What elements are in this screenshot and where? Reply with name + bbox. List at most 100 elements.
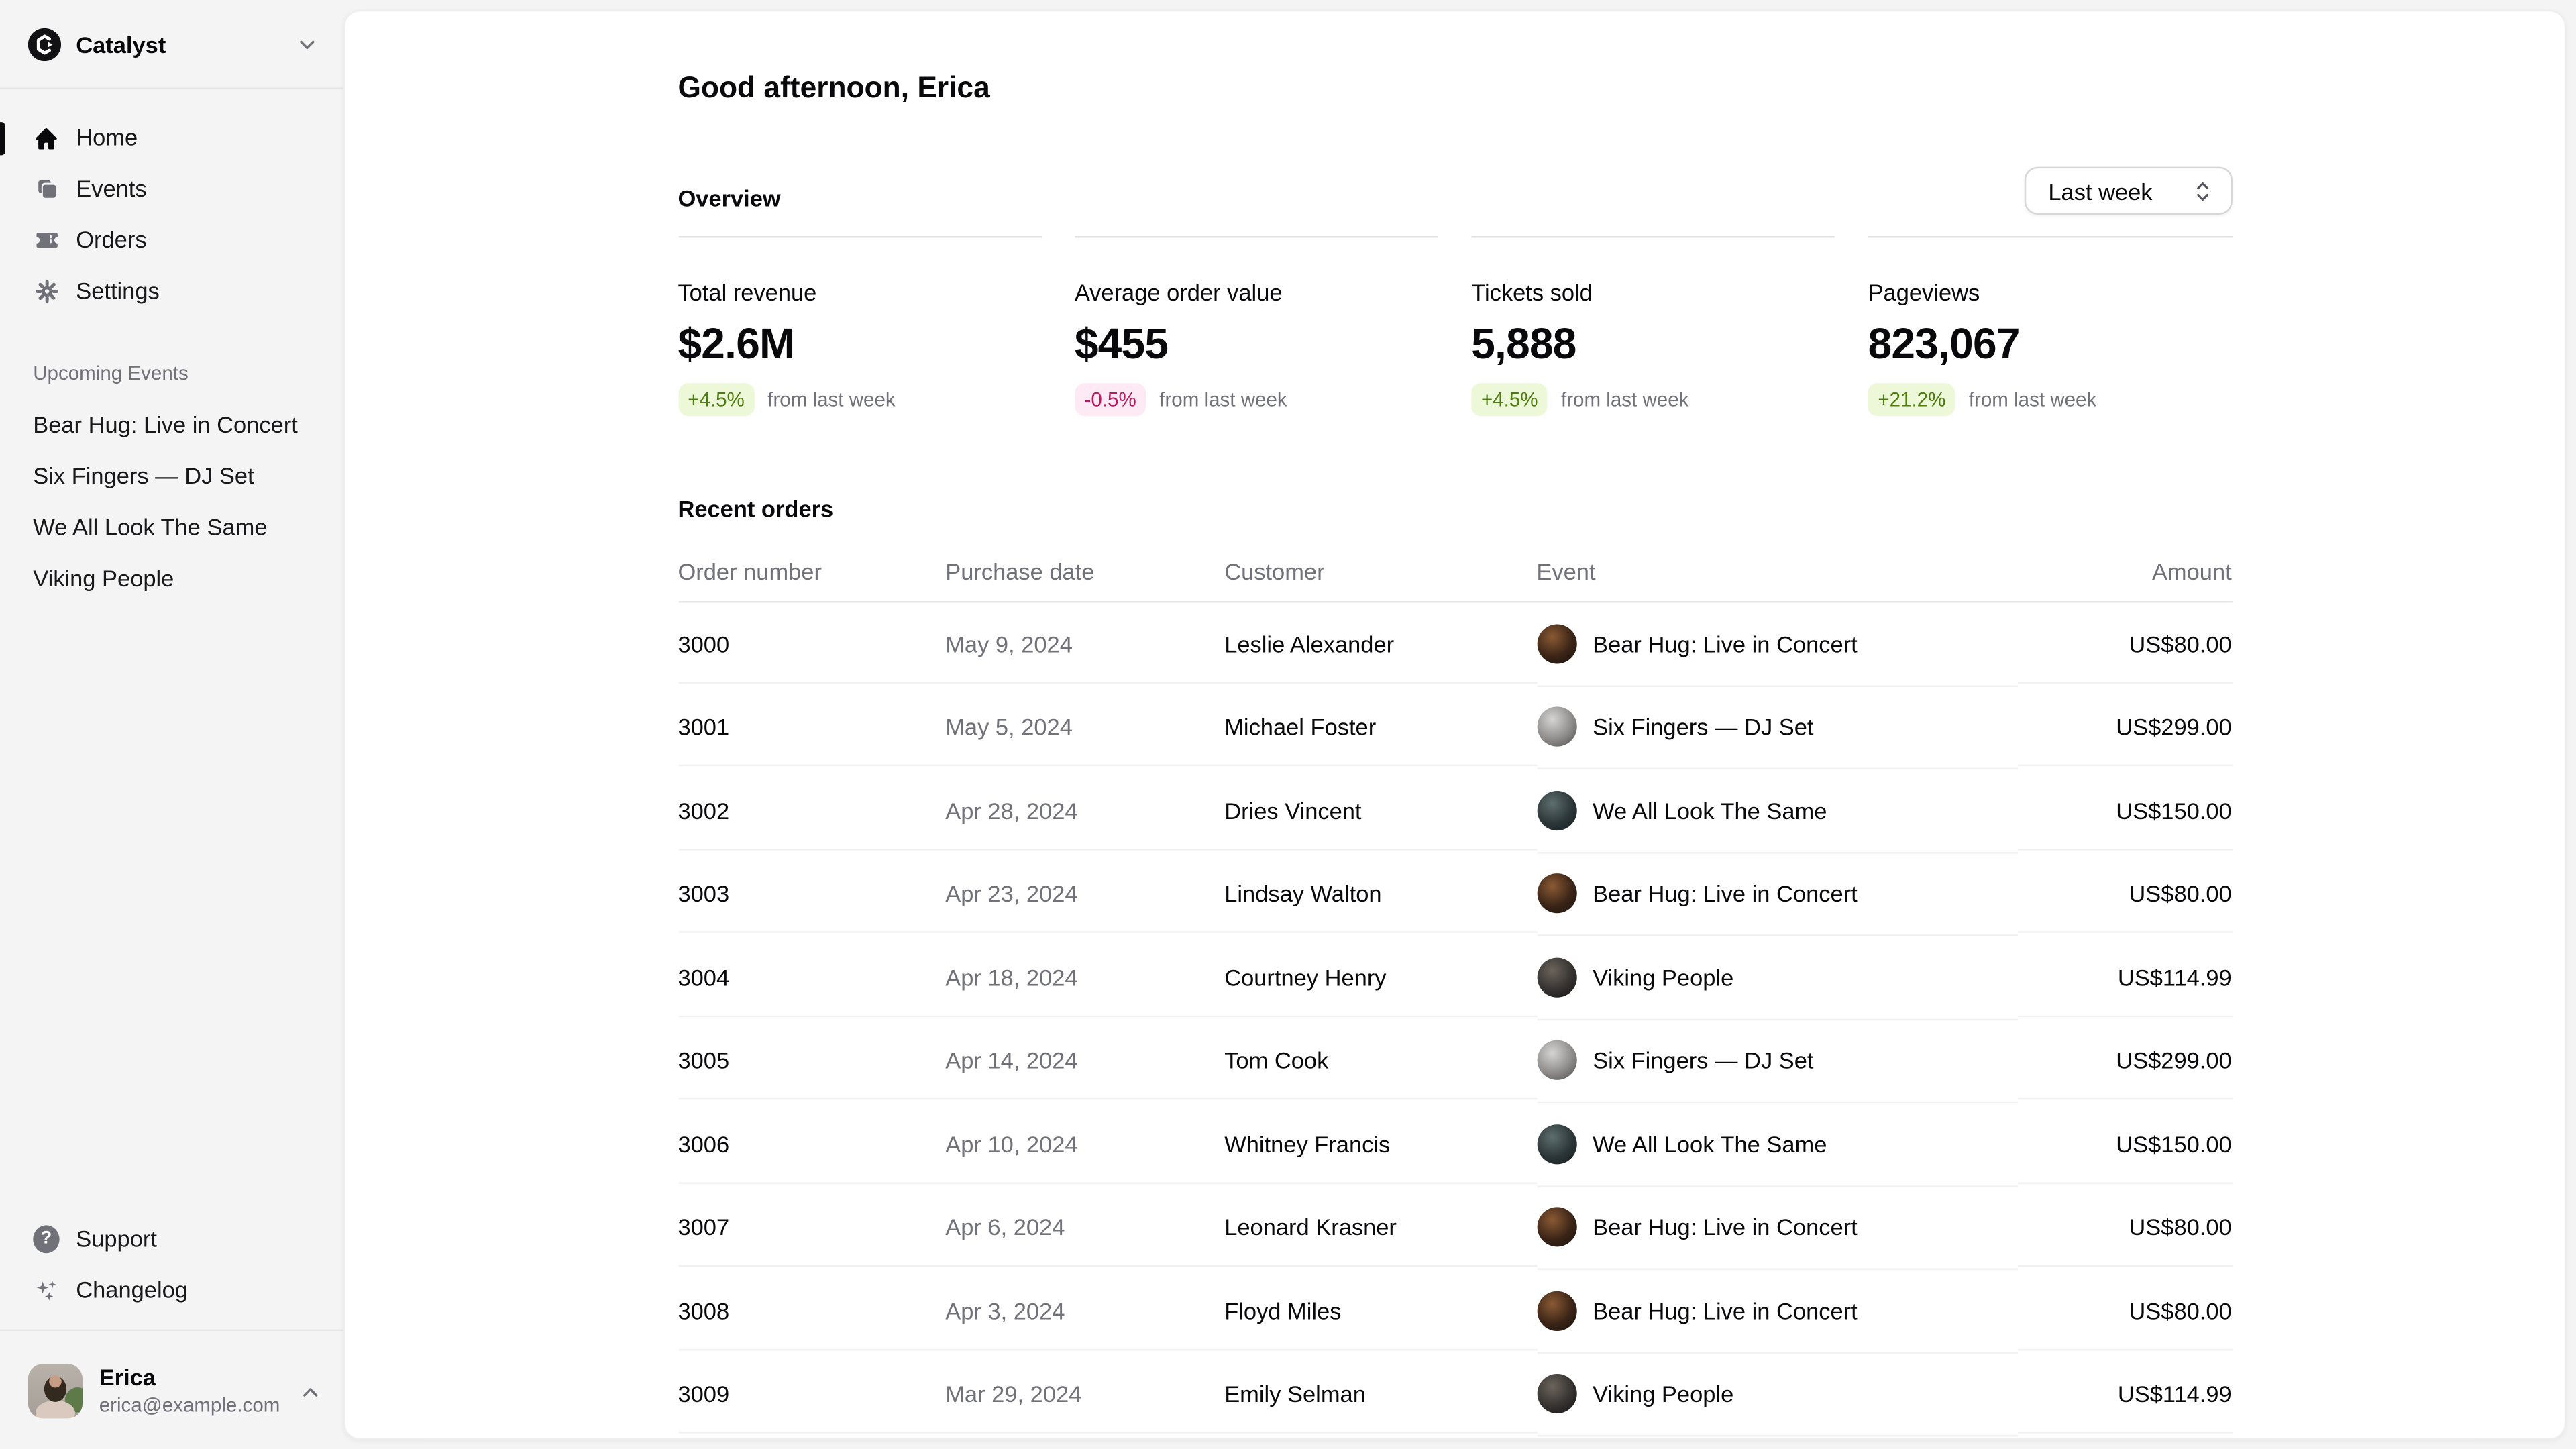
purchase-date-cell: Apr 14, 2024 — [945, 1023, 1224, 1099]
support-icon: ? — [33, 1226, 59, 1252]
purchase-date-cell: May 5, 2024 — [945, 690, 1224, 766]
event-avatar — [1536, 1124, 1576, 1164]
event-avatar — [1536, 1291, 1576, 1330]
events-icon — [33, 176, 59, 202]
event-avatar — [1536, 1375, 1576, 1414]
purchase-date-cell: Apr 18, 2024 — [945, 940, 1224, 1016]
table-row[interactable]: 3002Apr 28, 2024Dries VincentWe All Look… — [678, 769, 2231, 853]
amount-cell: US$150.00 — [2017, 1106, 2232, 1183]
event-name: Bear Hug: Live in Concert — [1593, 627, 1858, 660]
stat-meta: +4.5%from last week — [678, 383, 1041, 416]
event-name: Bear Hug: Live in Concert — [1593, 1211, 1858, 1244]
period-select[interactable]: Last week — [2025, 167, 2232, 215]
stat-meta: +4.5% from last week — [1471, 383, 1835, 416]
customer-cell: Leslie Alexander — [1224, 606, 1536, 682]
amount-cell: US$299.00 — [2017, 690, 2232, 766]
sidebar-item-home[interactable]: Home — [17, 112, 327, 163]
sidebar-nav: HomeEvents Orders Settings — [0, 89, 343, 317]
chevron-up-down-icon — [2189, 178, 2215, 204]
event-cell: Bear Hug: Live in Concert — [1536, 1187, 2017, 1270]
order-number-cell: 3005 — [678, 1023, 945, 1099]
event-cell: Viking People — [1536, 936, 2017, 1020]
upcoming-events-heading: Upcoming Events — [17, 360, 327, 386]
page-title: Good afternoon, Erica — [678, 68, 2231, 107]
recent-orders-section: Recent orders Order numberPurchase dateC… — [678, 492, 2231, 1437]
event-avatar — [1536, 624, 1576, 663]
event-cell: Bear Hug: Live in Concert — [1536, 1270, 2017, 1353]
table-row[interactable]: 3005Apr 14, 2024Tom CookSix Fingers — DJ… — [678, 1020, 2231, 1103]
home-icon — [33, 125, 59, 151]
sidebar-spacer — [0, 604, 343, 1214]
event-name: We All Look The Same — [1593, 1128, 1827, 1161]
stat-meta: -0.5%from last week — [1075, 383, 1438, 416]
amount-cell: US$114.99 — [2017, 1356, 2232, 1433]
stat-meta: +21.2%from last week — [1868, 383, 2232, 416]
stat-label: Pageviews — [1868, 276, 2232, 309]
column-header-customer: Customer — [1224, 541, 1536, 602]
purchase-date-cell: Apr 28, 2024 — [945, 773, 1224, 849]
column-header-amount: Amount — [2017, 541, 2232, 602]
stat-label: Total revenue — [678, 276, 1041, 309]
table-row[interactable]: 3001May 5, 2024Michael FosterSix Fingers… — [678, 686, 2231, 769]
event-name: Six Fingers — DJ Set — [1593, 1044, 1813, 1077]
order-number-cell: 3002 — [678, 773, 945, 849]
sidebar-item-events[interactable]: Events — [17, 164, 327, 215]
sidebar-item-event-we-all-look-the-same[interactable]: We All Look The Same — [17, 502, 327, 553]
stat-label: Tickets sold — [1471, 276, 1835, 309]
stat-pageviews: Pageviews 823,067 +21.2%from last week — [1868, 236, 2232, 416]
account-email: erica@example.com — [99, 1394, 280, 1419]
workspace-switcher[interactable]: Catalyst — [0, 0, 343, 89]
recent-orders-heading: Recent orders — [678, 492, 2231, 525]
stat-value: 823,067 — [1868, 319, 2232, 368]
table-row[interactable]: 3000May 9, 2024Leslie AlexanderBear Hug:… — [678, 602, 2231, 686]
order-number-cell: 3003 — [678, 856, 945, 932]
purchase-date-cell: May 9, 2024 — [945, 606, 1224, 682]
event-cell: Six Fingers — DJ Set — [1536, 686, 2017, 769]
sidebar-item-settings[interactable]: Settings — [17, 266, 327, 317]
event-cell: We All Look The Same — [1536, 1103, 2017, 1186]
user-avatar — [28, 1364, 83, 1418]
event-name: Bear Hug: Live in Concert — [1593, 1294, 1858, 1327]
table-row[interactable]: 3004Apr 18, 2024Courtney HenryViking Peo… — [678, 936, 2231, 1020]
table-row[interactable]: 3008Apr 3, 2024Floyd MilesBear Hug: Live… — [678, 1270, 2231, 1353]
stat-change-badge: +4.5% — [1471, 383, 1548, 416]
stat-caption: from last week — [1561, 386, 1688, 413]
table-row[interactable]: 3007Apr 6, 2024Leonard KrasnerBear Hug: … — [678, 1187, 2231, 1270]
event-name: Viking People — [1593, 961, 1733, 994]
event-avatar — [1536, 1040, 1576, 1080]
stat-change-badge: -0.5% — [1075, 383, 1146, 416]
overview-header-row: Overview Last week — [678, 167, 2231, 215]
stat-value: $455 — [1075, 319, 1438, 368]
event-name: Six Fingers — DJ Set — [1593, 710, 1813, 743]
sidebar-event-label: We All Look The Same — [33, 512, 267, 543]
sidebar-item-orders[interactable]: Orders — [17, 215, 327, 266]
event-name: Bear Hug: Live in Concert — [1593, 877, 1858, 910]
event-avatar — [1536, 874, 1576, 914]
purchase-date-cell: Mar 29, 2024 — [945, 1356, 1224, 1433]
sidebar-item-changelog[interactable]: Changelog — [17, 1265, 327, 1316]
sidebar-item-support[interactable]: ?Support — [17, 1214, 327, 1265]
event-name: We All Look The Same — [1593, 794, 1827, 826]
event-cell: Bear Hug: Live in Concert — [1536, 853, 2017, 936]
chevron-up-icon — [297, 1378, 323, 1404]
overview-heading: Overview — [678, 182, 780, 215]
sidebar-item-event-bear-hug-live-in-concert[interactable]: Bear Hug: Live in Concert — [17, 400, 327, 451]
table-row[interactable]: 3009Mar 29, 2024Emily SelmanViking Peopl… — [678, 1353, 2231, 1436]
sidebar-item-label: Orders — [76, 225, 146, 256]
app-root: Catalyst HomeEvents Orders Settings Upcomi… — [0, 0, 2576, 1449]
sidebar-item-event-six-fingers-dj-set[interactable]: Six Fingers — DJ Set — [17, 451, 327, 502]
sidebar-item-label: Changelog — [76, 1275, 188, 1306]
account-menu[interactable]: Erica erica@example.com — [0, 1331, 343, 1449]
orders-table: Order numberPurchase dateCustomerEventAm… — [678, 541, 2231, 1436]
event-name: Viking People — [1593, 1378, 1733, 1411]
table-row[interactable]: 3006Apr 10, 2024Whitney FrancisWe All Lo… — [678, 1103, 2231, 1186]
account-info: Erica erica@example.com — [99, 1364, 280, 1418]
amount-cell: US$299.00 — [2017, 1023, 2232, 1099]
sidebar-item-event-viking-people[interactable]: Viking People — [17, 553, 327, 604]
table-row[interactable]: 3003Apr 23, 2024Lindsay WaltonBear Hug: … — [678, 853, 2231, 936]
sidebar-event-label: Viking People — [33, 563, 174, 594]
customer-cell: Leonard Krasner — [1224, 1190, 1536, 1267]
period-select-value: Last week — [2048, 178, 2152, 204]
purchase-date-cell: Apr 23, 2024 — [945, 856, 1224, 932]
changelog-icon — [33, 1277, 59, 1303]
